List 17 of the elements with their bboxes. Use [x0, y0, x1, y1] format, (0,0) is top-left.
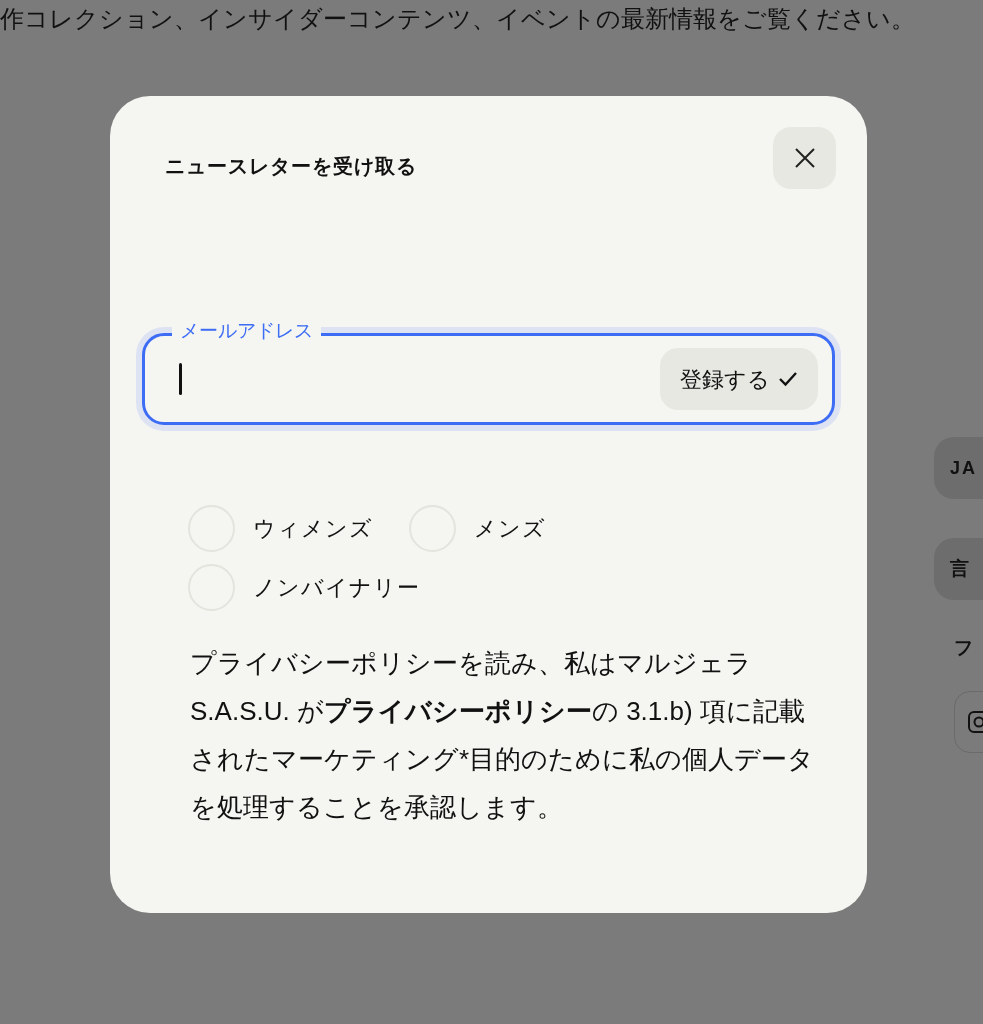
- submit-button[interactable]: 登録する: [660, 348, 818, 410]
- close-icon: [793, 147, 816, 169]
- intro-text: 作コレクション、インサイダーコンテンツ、イベントの最新情報をご覧ください。: [0, 4, 916, 34]
- close-button[interactable]: [773, 127, 836, 189]
- check-icon: [778, 371, 798, 387]
- follow-heading: フ: [954, 636, 973, 660]
- radio-option[interactable]: ウィメンズ: [188, 505, 373, 552]
- radio-label: ノンバイナリー: [253, 574, 420, 602]
- consent-text: プライバシーポリシーを読み、私はマルジェラ S.A.S.U. がプライバシーポリシーの 3.1.b) 項に記載されたマーケティング*目的のために私の個人データを処理することを承認します。: [190, 647, 816, 824]
- dialog-title: ニュースレターを受け取る: [165, 154, 417, 179]
- language-select[interactable]: 言: [934, 538, 983, 600]
- radio-label: ウィメンズ: [253, 515, 373, 543]
- language-button[interactable]: JA: [934, 437, 983, 499]
- radio-option[interactable]: ノンバイナリー: [188, 564, 420, 611]
- radio-option[interactable]: メンズ: [409, 505, 546, 552]
- radio-label: メンズ: [474, 515, 546, 543]
- text-cursor: [179, 363, 182, 395]
